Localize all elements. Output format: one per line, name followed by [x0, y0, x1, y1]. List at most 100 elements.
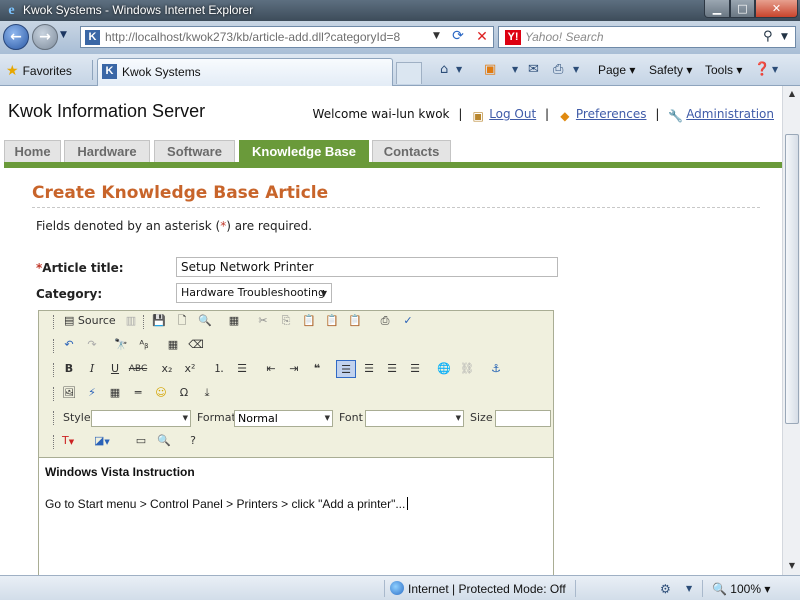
image-icon[interactable]: 🖼	[59, 384, 79, 402]
special-character-icon[interactable]: Ω	[174, 384, 194, 402]
back-button[interactable]: ←	[3, 24, 29, 50]
remove-format-icon[interactable]: ⌫	[186, 336, 206, 354]
about-icon[interactable]: ?	[183, 432, 203, 450]
horizontal-rule-icon[interactable]: ═	[128, 384, 148, 402]
nav-tab-software[interactable]: Software	[154, 140, 235, 162]
align-left-icon[interactable]: ☰	[336, 360, 356, 378]
increase-indent-icon[interactable]: ⇥	[284, 360, 304, 378]
spellcheck-icon[interactable]: ✓	[398, 312, 418, 330]
nav-tab-knowledge-base[interactable]: Knowledge Base	[239, 140, 369, 162]
nav-tab-hardware[interactable]: Hardware	[64, 140, 150, 162]
nav-tab-contacts[interactable]: Contacts	[372, 140, 451, 162]
save-template-icon[interactable]: ▥	[121, 312, 141, 330]
paste-text-icon[interactable]: 📋	[322, 312, 342, 330]
align-right-icon[interactable]: ☰	[382, 360, 402, 378]
maximize-editor-icon[interactable]: ▭	[131, 432, 151, 450]
strikethrough-icon[interactable]: ABC	[128, 360, 148, 378]
page-break-icon[interactable]: ⤓	[197, 384, 217, 402]
font-select[interactable]: ▼	[365, 410, 464, 427]
print-dropdown-icon[interactable]: ▼	[573, 60, 579, 80]
search-box[interactable]: Y! Yahoo! Search ⚲ ▼	[498, 26, 796, 48]
show-blocks-icon[interactable]: 🔍	[154, 432, 174, 450]
background-color-button[interactable]: ◪▼	[91, 432, 113, 450]
page-menu[interactable]: Page ▾	[598, 60, 635, 80]
logout-link[interactable]: Log Out	[489, 107, 536, 121]
italic-icon[interactable]: I	[82, 360, 102, 378]
maximize-button[interactable]: □	[730, 0, 755, 18]
align-center-icon[interactable]: ☰	[359, 360, 379, 378]
anchor-icon[interactable]: ⚓	[486, 360, 506, 378]
feeds-dropdown-icon[interactable]: ▼	[512, 60, 518, 80]
decrease-indent-icon[interactable]: ⇤	[261, 360, 281, 378]
home-dropdown-icon[interactable]: ▼	[456, 60, 462, 80]
numbered-list-icon[interactable]: ⒈	[209, 360, 229, 378]
feeds-icon[interactable]: ▣	[484, 60, 496, 80]
flash-icon[interactable]: ⚡	[82, 384, 102, 402]
administration-link[interactable]: Administration	[686, 107, 774, 121]
popup-blocker-icon[interactable]: ⚙	[660, 581, 671, 597]
justify-icon[interactable]: ☰	[405, 360, 425, 378]
cut-icon[interactable]: ✂	[253, 312, 273, 330]
bulleted-list-icon[interactable]: ☰	[232, 360, 252, 378]
tools-menu[interactable]: Tools ▾	[705, 60, 742, 80]
paste-word-icon[interactable]: 📋	[345, 312, 365, 330]
address-dropdown-icon[interactable]: ▼	[433, 31, 440, 41]
new-tab-button[interactable]	[396, 62, 422, 84]
format-select[interactable]: Normal ▼	[234, 410, 333, 427]
help-dropdown-icon[interactable]: ▼	[772, 60, 778, 80]
source-button[interactable]: ▤ Source	[61, 312, 119, 330]
search-options-dropdown-icon[interactable]: ▼	[781, 32, 788, 42]
print-icon[interactable]: ⎙	[553, 60, 563, 80]
style-select[interactable]: ▼	[91, 410, 191, 427]
bold-icon[interactable]: B	[59, 360, 79, 378]
stop-icon[interactable]: ✕	[473, 28, 491, 46]
scrollbar-thumb[interactable]	[785, 134, 799, 424]
vertical-scrollbar[interactable]: ▲ ▼	[782, 86, 800, 575]
link-icon[interactable]: 🌐	[434, 360, 454, 378]
scroll-down-icon[interactable]: ▼	[785, 558, 799, 574]
redo-icon[interactable]: ↷	[82, 336, 102, 354]
zoom-level[interactable]: 🔍 100% ▾	[712, 581, 770, 597]
security-zone[interactable]: Internet | Protected Mode: Off	[390, 581, 566, 597]
new-page-icon[interactable]: 🗋	[172, 312, 192, 330]
editor-content-area[interactable]: Windows Vista Instruction Go to Start me…	[39, 457, 553, 575]
blockquote-icon[interactable]: ❝	[307, 360, 327, 378]
unlink-icon[interactable]: ⛓	[457, 360, 477, 378]
help-icon[interactable]: ❓	[754, 60, 770, 80]
recent-pages-dropdown-icon[interactable]: ▼	[60, 30, 67, 40]
smiley-icon[interactable]: ☺	[151, 384, 171, 402]
search-icon[interactable]: ⚲	[763, 29, 773, 44]
search-placeholder[interactable]: Yahoo! Search	[525, 30, 604, 45]
text-color-button[interactable]: T▼	[59, 432, 77, 450]
favorites-button[interactable]: ★ Favorites	[6, 61, 72, 79]
address-bar[interactable]: K http://localhost/kwok273/kb/article-ad…	[80, 26, 494, 48]
safety-menu[interactable]: Safety ▾	[649, 60, 692, 80]
refresh-icon[interactable]: ⟳	[449, 28, 467, 46]
browser-tab[interactable]: K Kwok Systems	[97, 58, 393, 86]
forward-button[interactable]: →	[32, 24, 58, 50]
size-select[interactable]	[495, 410, 551, 427]
address-url[interactable]: http://localhost/kwok273/kb/article-add.…	[105, 30, 400, 45]
read-mail-icon[interactable]: ✉	[528, 60, 539, 80]
minimize-button[interactable]: ▁	[704, 0, 730, 18]
save-icon[interactable]: 💾	[149, 312, 169, 330]
category-select[interactable]: Hardware Troubleshooting ▼	[176, 283, 332, 303]
undo-icon[interactable]: ↶	[59, 336, 79, 354]
article-title-input[interactable]: Setup Network Printer	[176, 257, 558, 277]
replace-icon[interactable]: ᴬᵦ	[134, 336, 154, 354]
find-icon[interactable]: 🔭	[111, 336, 131, 354]
templates-icon[interactable]: ▦	[224, 312, 244, 330]
superscript-icon[interactable]: x²	[180, 360, 200, 378]
nav-tab-home[interactable]: Home	[4, 140, 61, 162]
close-button[interactable]: ✕	[755, 0, 798, 18]
copy-icon[interactable]: ⎘	[276, 312, 296, 330]
home-icon[interactable]: ⌂	[440, 60, 448, 80]
scroll-up-icon[interactable]: ▲	[785, 86, 799, 102]
popup-dropdown-icon[interactable]: ▼	[686, 581, 692, 597]
preview-icon[interactable]: 🔍	[195, 312, 215, 330]
table-icon[interactable]: ▦	[105, 384, 125, 402]
select-all-icon[interactable]: ▦	[163, 336, 183, 354]
underline-icon[interactable]: U	[105, 360, 125, 378]
preferences-link[interactable]: Preferences	[576, 107, 647, 121]
subscript-icon[interactable]: x₂	[157, 360, 177, 378]
